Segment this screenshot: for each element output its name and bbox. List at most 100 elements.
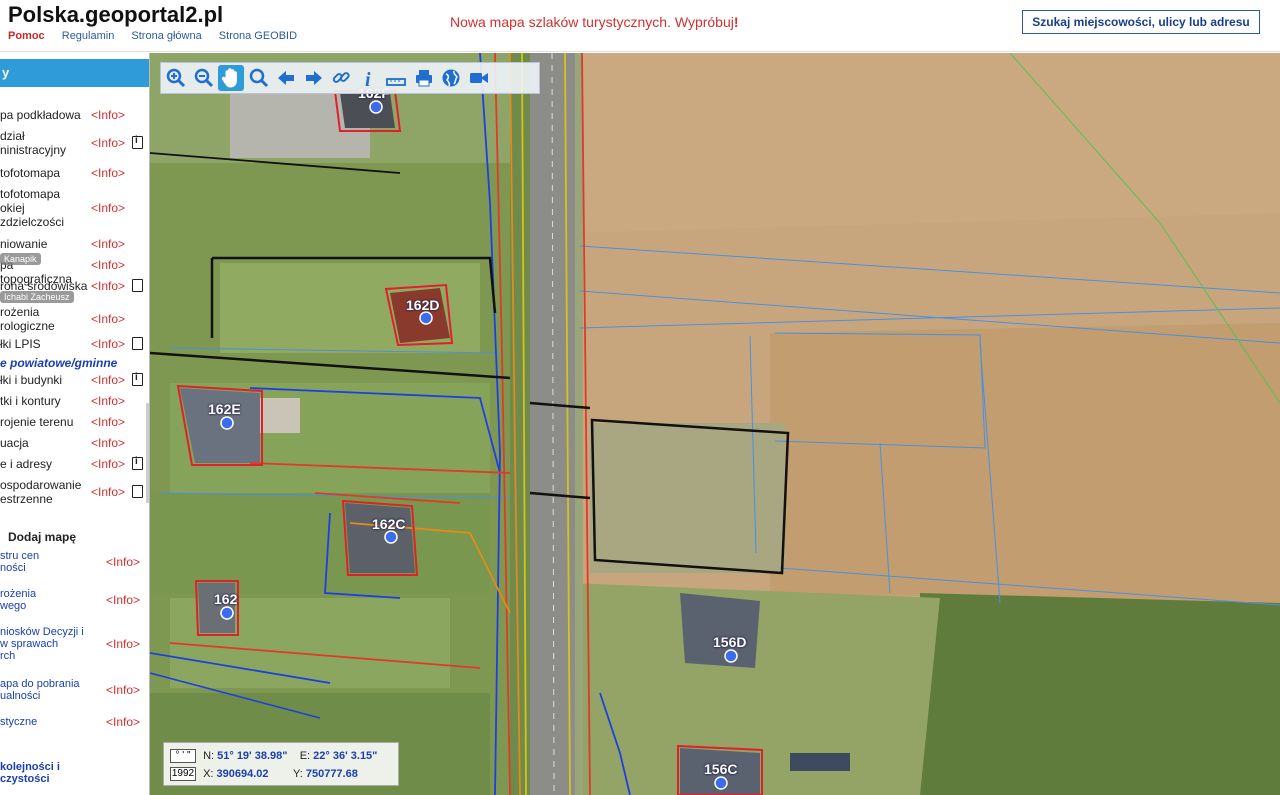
map-toolbar: i	[160, 62, 540, 94]
info-document-icon[interactable]	[132, 372, 143, 386]
promo-bang: !	[733, 14, 739, 30]
layer-label: e i adresy	[0, 457, 53, 471]
layer-info-link[interactable]: <Info>	[91, 337, 125, 351]
site-title[interactable]: Polska.geoportal2.pl	[8, 2, 223, 28]
geoportal-app: Polska.geoportal2.pl Pomoc Regulamin Str…	[0, 0, 1280, 795]
road-verge-left	[510, 53, 530, 795]
info-document-icon[interactable]	[132, 135, 143, 149]
terms-link[interactable]: Regulamin	[62, 30, 115, 42]
document-icon[interactable]	[132, 337, 143, 350]
layer-label: rojenie terenu	[0, 415, 74, 429]
crop-field	[920, 593, 1280, 795]
document-icon[interactable]	[132, 279, 143, 292]
print-icon[interactable]	[411, 65, 437, 91]
zoom-out-icon[interactable]	[191, 65, 217, 91]
search-location-button[interactable]: Szukaj miejscowości, ulicy lub adresu	[1022, 10, 1260, 34]
forward-arrow-icon[interactable]	[301, 65, 327, 91]
layer-info-link[interactable]: <Info>	[91, 136, 125, 150]
layer-info-link[interactable]: <Info>	[91, 258, 125, 272]
layer-label: tofotomapa okiej zdzielczości	[0, 187, 65, 229]
layer-label: rożenia rologiczne	[0, 305, 55, 333]
sidebar-footer-link[interactable]: kolejności i czystości	[0, 761, 148, 785]
external-info-link[interactable]: <Info>	[106, 683, 140, 697]
measure-icon[interactable]	[383, 65, 409, 91]
plot-label-162e: 162E	[208, 401, 241, 417]
lon-value: 22° 36' 3.15"	[313, 750, 378, 762]
coord-system-toggle[interactable]: 1992	[170, 767, 196, 782]
layer-info-link[interactable]: <Info>	[91, 279, 125, 293]
dms-format-toggle[interactable]: ° ' "	[170, 749, 196, 764]
info-document-icon[interactable]	[132, 456, 143, 470]
road-verge-right	[575, 53, 583, 795]
lat-value: 51° 19' 38.98"	[217, 750, 288, 762]
plot-label-156c: 156C	[704, 761, 738, 777]
geobid-link[interactable]: Strona GEOBID	[219, 30, 297, 42]
x-value: 390694.02	[216, 768, 269, 780]
info-icon[interactable]: i	[356, 65, 382, 91]
roof-162c	[345, 503, 415, 573]
x-label: X:	[203, 768, 214, 780]
plot-label-162c: 162C	[372, 516, 406, 532]
add-map-button[interactable]: Dodaj mapę	[8, 530, 76, 544]
layer-info-link[interactable]: <Info>	[91, 457, 125, 471]
plot-label-162d: 162D	[406, 297, 440, 313]
layer-info-link[interactable]: <Info>	[91, 166, 125, 180]
layer-info-link[interactable]: <Info>	[91, 415, 125, 429]
back-arrow-icon[interactable]	[273, 65, 299, 91]
external-map-label: rożenia wego	[0, 588, 37, 612]
layer-info-link[interactable]: <Info>	[91, 373, 125, 387]
layer-info-link[interactable]: <Info>	[91, 108, 125, 122]
header-links: Pomoc Regulamin Strona główna Strona GEO…	[8, 30, 311, 42]
layer-info-link[interactable]: <Info>	[91, 312, 125, 326]
external-map-label: niosków Decyzji i w sprawach rch	[0, 626, 84, 662]
pan-hand-icon[interactable]	[218, 65, 244, 91]
plot-label-156d: 156D	[713, 634, 747, 650]
layers-sidebar: y pa podkładowa <Info> dział ninistracyjny…	[0, 53, 150, 795]
layer-label: łki i budynki	[0, 373, 63, 387]
map-view[interactable]: 162F 162D 162E 162C 162 156D 156C	[150, 53, 1280, 795]
svg-text:i: i	[365, 69, 371, 89]
external-info-link[interactable]: <Info>	[106, 715, 140, 729]
layer-info-link[interactable]: <Info>	[91, 436, 125, 450]
field-strip-lower	[770, 323, 1280, 603]
layer-label: łki LPIS	[0, 337, 41, 351]
globe-icon[interactable]	[438, 65, 464, 91]
map-canvas[interactable]	[150, 53, 1280, 795]
lat-label: N:	[203, 750, 215, 762]
sidebar-heading[interactable]: y	[0, 59, 149, 87]
external-info-link[interactable]: <Info>	[106, 593, 140, 607]
lon-label: E:	[299, 750, 311, 762]
external-info-link[interactable]: <Info>	[106, 555, 140, 569]
user-tooltip: Ichabi Zacheusz	[0, 291, 74, 303]
layer-info-link[interactable]: <Info>	[91, 237, 125, 251]
user-tooltip: Kanapik	[0, 253, 41, 265]
y-value: 750777.68	[305, 768, 358, 780]
layer-info-link[interactable]: <Info>	[91, 485, 125, 499]
external-map-label: apa do pobrania ualności	[0, 678, 80, 702]
external-map-label: stru cen ności	[0, 550, 40, 574]
link-icon[interactable]	[328, 65, 354, 91]
help-link[interactable]: Pomoc	[8, 30, 45, 42]
roof-156d	[680, 593, 760, 668]
garage-162e	[260, 398, 300, 433]
document-icon[interactable]	[132, 485, 143, 498]
promo-text: Nowa mapa szlaków turystycznych. Wypróbu…	[450, 14, 734, 30]
plot-label-162: 162	[214, 591, 238, 607]
promo-link[interactable]: Nowa mapa szlaków turystycznych. Wypróbu…	[450, 14, 739, 30]
layer-label: dział ninistracyjny	[0, 129, 67, 157]
layer-info-link[interactable]: <Info>	[91, 394, 125, 408]
layer-info-link[interactable]: <Info>	[91, 201, 125, 215]
layer-label: niowanie	[0, 237, 48, 251]
zoom-in-icon[interactable]	[163, 65, 189, 91]
layer-label: ospodarowanie estrzenne	[0, 478, 82, 506]
section-title-county: e powiatowe/gminne	[0, 356, 118, 370]
layer-label: tofotomapa	[0, 166, 61, 180]
header: Polska.geoportal2.pl Pomoc Regulamin Str…	[0, 0, 1280, 52]
external-map-label: styczne	[0, 716, 38, 728]
y-label: Y:	[292, 768, 303, 780]
home-link[interactable]: Strona główna	[131, 30, 201, 42]
external-info-link[interactable]: <Info>	[106, 637, 140, 651]
zoom-box-icon[interactable]	[246, 65, 272, 91]
field-strip-top	[570, 53, 1280, 233]
camera-icon[interactable]	[466, 65, 492, 91]
